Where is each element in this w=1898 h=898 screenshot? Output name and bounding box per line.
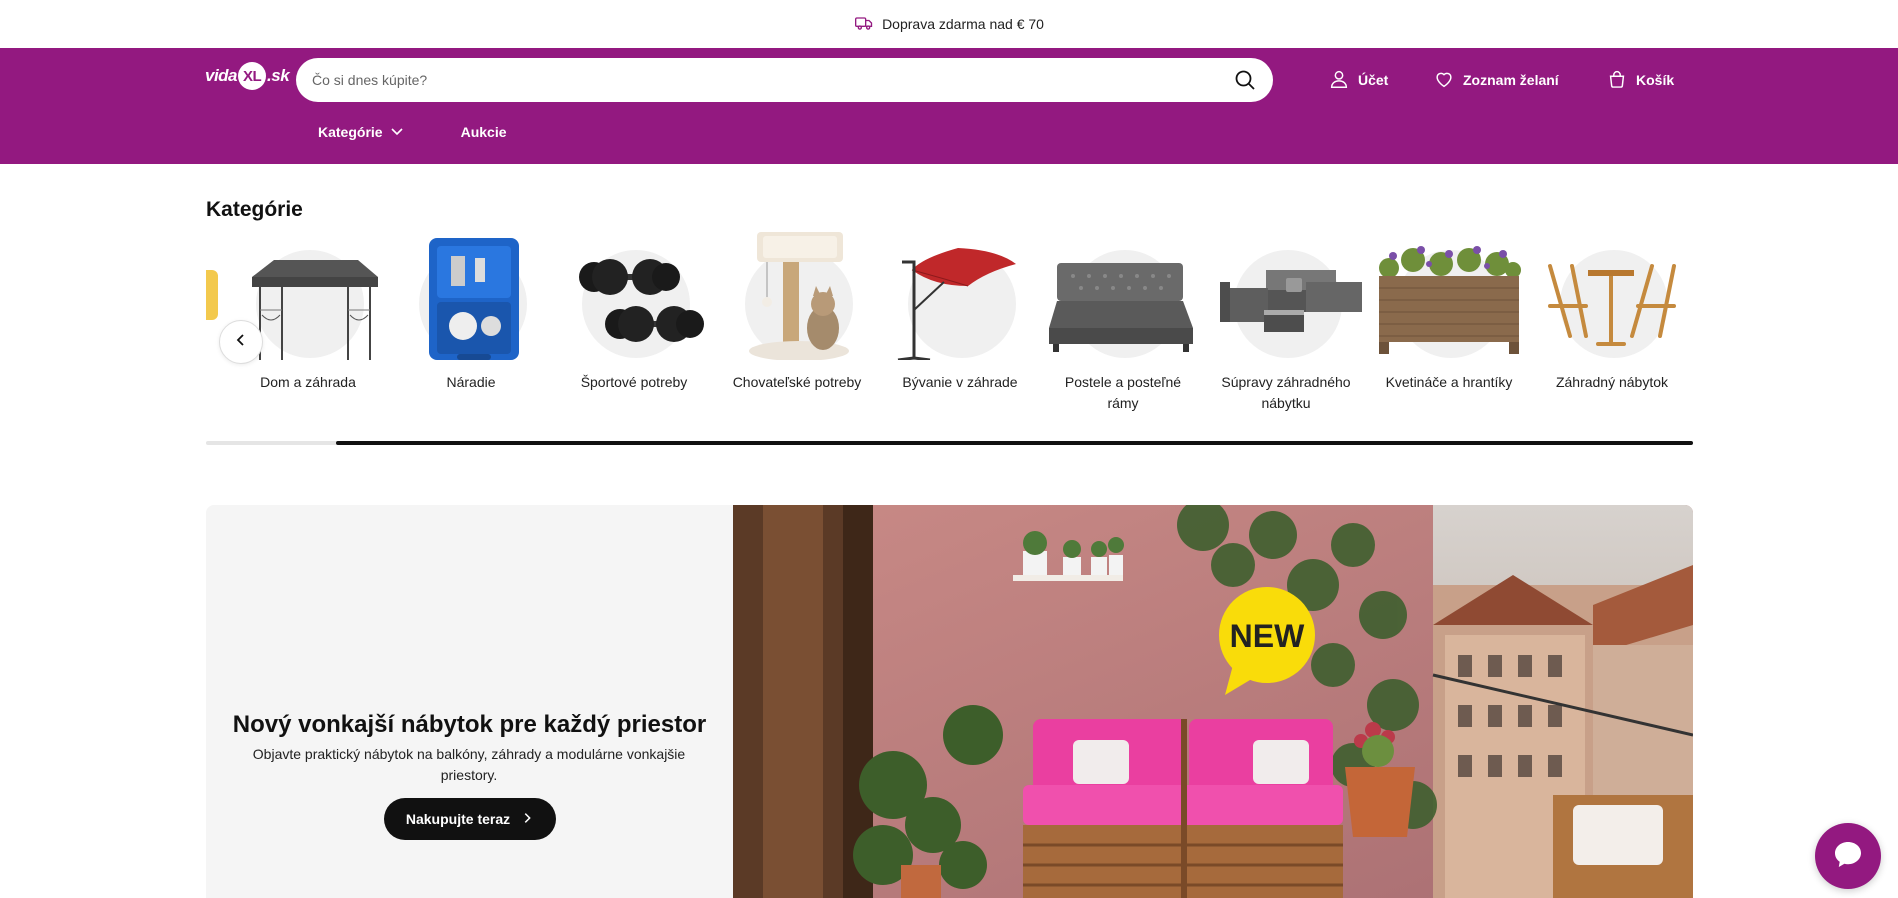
logo-text-pre: vida [205,66,238,85]
search-icon[interactable] [1233,68,1257,92]
category-item[interactable]: Postele a posteľné rámy [1043,230,1203,414]
free-shipping-text: Doprava zdarma nad € 70 [882,16,1044,32]
user-icon [1328,68,1350,93]
chat-bubble-icon [1831,837,1865,876]
category-label: Dom a záhrada [260,374,356,390]
heart-icon [1433,68,1455,93]
account-label: Účet [1358,72,1389,88]
spray-gun-case-icon [429,238,519,360]
category-item[interactable]: Bývanie v záhrade [880,230,1040,393]
wishlist-label: Zoznam želaní [1463,72,1559,88]
hero-image[interactable]: NEW [733,505,1693,898]
carousel-scrollbar[interactable] [206,441,1693,445]
planter-icon [1379,246,1521,354]
new-badge-text: NEW [1230,618,1305,654]
account-link[interactable]: Účet [1328,58,1388,102]
carousel-prev-button[interactable] [219,320,263,364]
category-label: Športové potreby [580,374,688,390]
chat-button[interactable] [1815,823,1881,889]
nav-auctions-label: Aukcie [460,124,507,140]
site-header: vida XL .sk Účet Zoznam želaní Košík Kat… [0,48,1898,164]
category-label: Záhradný nábytok [1555,374,1669,390]
chevron-right-icon [520,811,534,828]
hero-subtitle: Objavte praktický nábytok na balkóny, zá… [252,746,686,783]
category-label: Postele a posteľné rámy [1064,374,1182,411]
category-label: Chovateľské potreby [732,374,862,390]
garden-sofa-set-icon [1220,270,1362,332]
nav-categories-label: Kategórie [318,124,383,140]
bistro-set-icon [1548,264,1676,346]
parasol-icon [897,248,1016,360]
category-item[interactable]: Náradie [391,230,551,393]
shopping-bag-icon [1606,68,1628,93]
category-item[interactable]: Dom a záhrada [228,230,388,393]
cat-tree-icon [749,232,849,360]
category-item[interactable]: Záhradný nábytok [1532,230,1692,393]
category-label: Súpravy záhradného nábytku [1221,374,1351,411]
bed-icon [1049,263,1193,352]
cart-label: Košík [1636,72,1675,88]
category-label: Náradie [446,374,496,390]
logo-text-post: .sk [267,66,290,85]
cart-link[interactable]: Košík [1606,58,1674,102]
chevron-left-icon [233,332,249,353]
carousel-scrollbar-thumb[interactable] [336,441,1693,445]
logo-mark: XL [238,62,267,90]
main-navigation: Kategórie Aukcie [318,120,507,144]
category-item[interactable]: Kvetináče a hrantíky [1369,230,1529,393]
wishlist-link[interactable]: Zoznam želaní [1433,58,1559,102]
search-input[interactable] [312,72,1233,88]
announcement-bar: Doprava zdarma nad € 70 [0,0,1898,48]
site-logo[interactable]: vida XL .sk [205,58,290,94]
search-bar [296,58,1273,102]
shop-now-label: Nakupujte teraz [405,811,511,827]
hero-text-panel: Nový vonkajší nábytok pre každý priestor… [206,505,733,898]
nav-auctions[interactable]: Aukcie [461,124,507,140]
category-label: Bývanie v záhrade [902,374,1018,390]
hero-title: Nový vonkajší nábytok pre každý priestor [232,711,707,738]
category-item[interactable]: Chovateľské potreby [717,230,877,393]
category-carousel: Dom a záhrada Náradie Športové potreby C… [206,230,1693,430]
categories-heading: Kategórie [206,198,303,221]
category-item[interactable]: Súpravy záhradného nábytku [1206,230,1366,414]
category-label: Kvetináče a hrantíky [1385,374,1513,390]
dumbbells-icon [579,259,704,342]
chevron-down-icon [389,123,405,142]
category-item[interactable]: Športové potreby [554,230,714,393]
nav-categories-dropdown[interactable]: Kategórie [318,123,405,142]
delivery-truck-icon [854,13,874,36]
shop-now-button[interactable]: Nakupujte teraz [384,798,556,840]
hero-banner: Nový vonkajší nábytok pre každý priestor… [206,505,1693,898]
